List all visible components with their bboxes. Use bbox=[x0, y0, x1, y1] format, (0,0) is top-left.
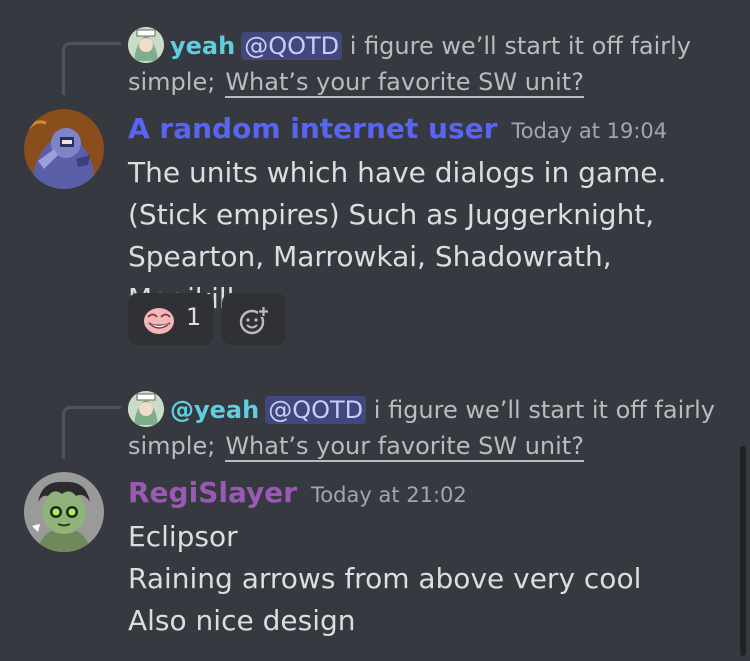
reply-connector bbox=[62, 406, 121, 459]
scrollbar[interactable] bbox=[740, 446, 746, 656]
timestamp: Today at 19:04 bbox=[511, 119, 668, 143]
message-list: yeah @QOTD i figure we’ll start it off fa… bbox=[0, 0, 750, 661]
trollface-emoji-icon bbox=[142, 303, 176, 337]
add-reaction-button[interactable] bbox=[222, 293, 286, 345]
reply-reference[interactable]: @yeah @QOTD i figure we’ll start it off f… bbox=[128, 391, 728, 464]
author-name[interactable]: A random internet user bbox=[128, 112, 497, 145]
message-content: Eclipsor Raining arrows from above very … bbox=[128, 516, 728, 642]
reply-avatar[interactable] bbox=[128, 27, 164, 63]
message-line: Raining arrows from above very cool bbox=[128, 562, 642, 595]
avatar[interactable] bbox=[24, 109, 104, 189]
avatar[interactable] bbox=[24, 472, 104, 552]
message-line: Eclipsor bbox=[128, 520, 238, 553]
reply-avatar[interactable] bbox=[128, 391, 164, 427]
reply-snippet[interactable]: What’s your favorite SW unit? bbox=[225, 68, 584, 98]
reactions-bar: 1 bbox=[128, 293, 294, 345]
reaction-trollface[interactable]: 1 bbox=[128, 293, 214, 345]
reply-author[interactable]: yeah bbox=[170, 32, 235, 60]
reply-snippet[interactable]: What’s your favorite SW unit? bbox=[225, 432, 584, 462]
add-reaction-icon bbox=[237, 303, 271, 337]
reply-reference[interactable]: yeah @QOTD i figure we’ll start it off fa… bbox=[128, 27, 728, 100]
message-header: RegiSlayer Today at 21:02 bbox=[128, 476, 467, 509]
mention-qotd[interactable]: @QOTD bbox=[241, 32, 343, 60]
reply-connector bbox=[62, 42, 121, 95]
author-name[interactable]: RegiSlayer bbox=[128, 476, 297, 509]
reply-author[interactable]: @yeah bbox=[170, 396, 259, 424]
message-header: A random internet user Today at 19:04 bbox=[128, 112, 667, 145]
timestamp: Today at 21:02 bbox=[311, 483, 467, 507]
message-line: Also nice design bbox=[128, 604, 356, 637]
mention-qotd[interactable]: @QOTD bbox=[265, 396, 367, 424]
reaction-count: 1 bbox=[186, 303, 202, 331]
